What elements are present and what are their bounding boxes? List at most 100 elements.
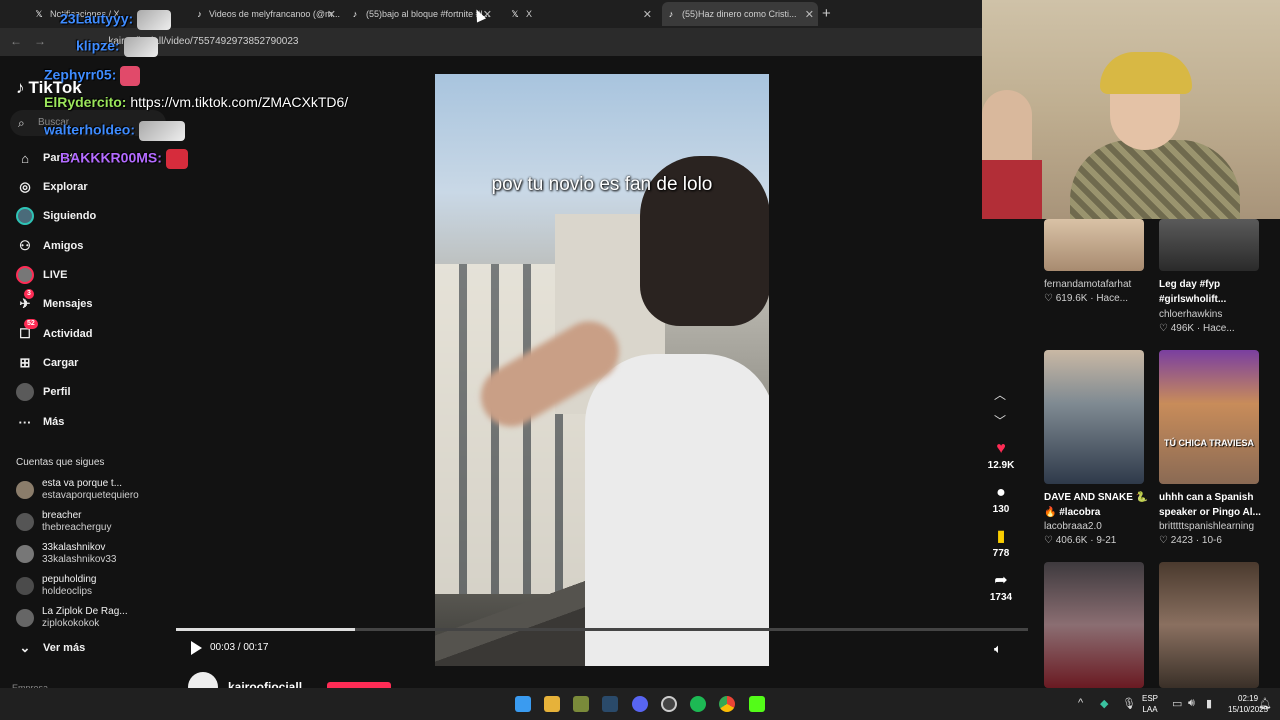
chevron-down-icon: ⌄ — [19, 640, 31, 655]
video-player[interactable]: pov tu novio es fan de lolo — [435, 74, 769, 666]
bookmark-icon: ▮ — [996, 528, 1006, 545]
language-indicator[interactable]: ESP LAA — [1142, 693, 1158, 715]
play-icon[interactable] — [191, 641, 202, 655]
activity-badge: 52 — [24, 319, 38, 329]
tiktok-logo-icon: ♪ — [668, 9, 674, 19]
battery-icon[interactable]: ▮ — [1206, 697, 1212, 710]
more-icon: ··· — [18, 414, 32, 430]
video-progress-fill — [176, 628, 355, 631]
chat-emote — [139, 121, 186, 141]
bookmark-button[interactable]: ▮ 778 — [984, 528, 1018, 559]
nav-actividad[interactable]: ☐ 52 Actividad — [16, 319, 93, 345]
webcam-person — [982, 160, 1042, 219]
avatar — [16, 545, 34, 563]
video-thumbnail[interactable]: TÚ CHICA TRAVIESA — [1159, 350, 1259, 484]
video-progress-bar[interactable] — [176, 628, 1028, 631]
tab-x[interactable]: 𝕏 X ✕ — [506, 2, 656, 26]
close-icon[interactable]: ✕ — [327, 8, 336, 21]
notifications-icon[interactable]: 🔔︎ — [1258, 697, 1272, 710]
network-icon[interactable]: ▭ — [1172, 697, 1182, 710]
url-field[interactable]: ...kairoofiociall/video/7557492973852790… — [100, 33, 980, 51]
recommended-author[interactable]: fernandamotafarhat — [1044, 279, 1131, 291]
recommended-author[interactable]: chloerhawkins — [1159, 309, 1222, 321]
chat-emote — [137, 10, 172, 30]
tiktok-logo-icon: ♪ — [197, 9, 202, 19]
windows-start-icon[interactable] — [515, 696, 531, 712]
share-button[interactable]: ➦ 1734 — [984, 572, 1018, 603]
nav-live[interactable]: LIVE — [16, 264, 67, 286]
new-tab-button[interactable]: + — [822, 5, 831, 22]
close-icon[interactable]: ✕ — [643, 8, 652, 21]
security-icon[interactable]: ◆ — [1100, 697, 1108, 710]
nav-mensajes[interactable]: ✈ 3 Mensajes — [16, 289, 93, 315]
chevron-up-icon[interactable]: ^ — [1078, 697, 1083, 709]
steam-icon[interactable] — [602, 696, 618, 712]
recommended-title[interactable]: uhhh can a Spanish speaker or Pingo Al..… — [1159, 490, 1269, 520]
following-account[interactable]: La Ziplok De Rag... ziplokokokok — [16, 606, 128, 630]
minecraft-icon[interactable] — [573, 696, 589, 712]
avatar — [16, 609, 34, 627]
chat-message: 23Lautyyy: — [60, 10, 172, 30]
recommended-author[interactable]: lacobraaa2.0 — [1044, 521, 1102, 533]
volume-icon[interactable]: 🔊︎ — [1188, 697, 1195, 710]
x-logo-icon: 𝕏 — [35, 9, 43, 19]
following-account[interactable]: pepuholding holdeoclips — [16, 574, 97, 598]
upload-icon: ⊞ — [19, 355, 31, 370]
forward-icon[interactable]: → — [34, 34, 46, 48]
like-button[interactable]: ♥ 12.9K — [984, 440, 1018, 471]
obs-icon[interactable] — [661, 696, 677, 712]
recommended-title[interactable]: Leg day #fyp #girlswholift... — [1159, 277, 1269, 307]
nav-perfil[interactable]: Perfil — [16, 381, 71, 403]
video-thumbnail[interactable] — [1044, 219, 1144, 271]
chevron-down-icon[interactable]: ﹀ — [994, 412, 1006, 429]
volume-icon[interactable]: 🔈︎ — [994, 641, 1002, 657]
video-thumbnail[interactable] — [1044, 562, 1144, 688]
chat-message: ElRydercito: https://vm.tiktok.com/ZMACX… — [44, 94, 349, 110]
share-icon: ➦ — [994, 572, 1008, 589]
chat-message: walterholdeo: — [44, 121, 186, 141]
nav-explorar[interactable]: ◎ Explorar — [16, 176, 87, 198]
video-thumbnail[interactable] — [1159, 562, 1259, 688]
tiktok-note-icon: ♪ — [16, 78, 25, 97]
see-more-button[interactable]: ⌄ Ver más — [16, 637, 86, 659]
following-account[interactable]: esta va porque t... estavaporquetequiero — [16, 478, 139, 502]
close-icon[interactable]: ✕ — [805, 8, 814, 21]
file-explorer-icon[interactable] — [544, 696, 560, 712]
video-thumbnail[interactable] — [1159, 219, 1259, 271]
chat-emote — [120, 66, 141, 86]
chevron-up-icon[interactable]: ︿ — [994, 386, 1006, 403]
x-logo-icon: 𝕏 — [511, 9, 519, 19]
video-person — [585, 354, 769, 666]
streamer-webcam — [982, 0, 1280, 219]
chat-message: BAKKKR00MS: — [60, 149, 188, 169]
following-section-title: Cuentas que sigues — [16, 457, 105, 468]
following-account[interactable]: 33kalashnikov 33kalashnikov33 — [16, 542, 117, 566]
recommended-stats: ♡ 2423 · 10-6 — [1159, 535, 1222, 546]
chrome-icon[interactable] — [719, 696, 735, 712]
nav-cargar[interactable]: ⊞ Cargar — [16, 352, 79, 374]
tab-videos-melyfrancanoo[interactable]: ♪ Videos de melyfrancanoo (@m... ✕ — [192, 2, 340, 26]
nav-siguiendo[interactable]: Siguiendo — [16, 205, 96, 227]
screen: 𝕏 Notificaciones / X ♪ Videos de melyfra… — [0, 0, 1280, 720]
discord-icon[interactable] — [632, 696, 648, 712]
following-account[interactable]: breacher thebreacherguy — [16, 510, 112, 534]
recommended-title[interactable]: DAVE AND SNAKE 🐍 🔥 #lacobra — [1044, 490, 1154, 520]
recommended-stats: ♡ 406.6K · 9-21 — [1044, 535, 1117, 546]
video-thumbnail[interactable] — [1044, 350, 1144, 484]
comment-button[interactable]: ● 130 — [984, 484, 1018, 515]
kick-icon[interactable] — [749, 696, 765, 712]
home-icon: ⌂ — [21, 150, 29, 166]
spotify-icon[interactable] — [690, 696, 706, 712]
back-icon[interactable]: ← — [10, 34, 22, 48]
share-count: 1734 — [989, 592, 1013, 603]
chat-emote — [123, 37, 158, 57]
activity-icon: ☐ 52 — [16, 319, 38, 343]
recommended-stats: ♡ 496K · Hace... — [1159, 323, 1235, 334]
comment-icon: ● — [996, 484, 1006, 501]
tab-haz-dinero[interactable]: ♪ (55)Haz dinero como Cristi... ✕ — [662, 2, 818, 26]
nav-amigos[interactable]: ⚇ Amigos — [16, 235, 83, 257]
avatar — [16, 513, 34, 531]
recommended-author[interactable]: britttttspanishlearning — [1159, 521, 1254, 533]
microphone-icon[interactable]: 🎙︎ — [1122, 697, 1136, 710]
nav-mas[interactable]: ··· Más — [16, 411, 65, 433]
